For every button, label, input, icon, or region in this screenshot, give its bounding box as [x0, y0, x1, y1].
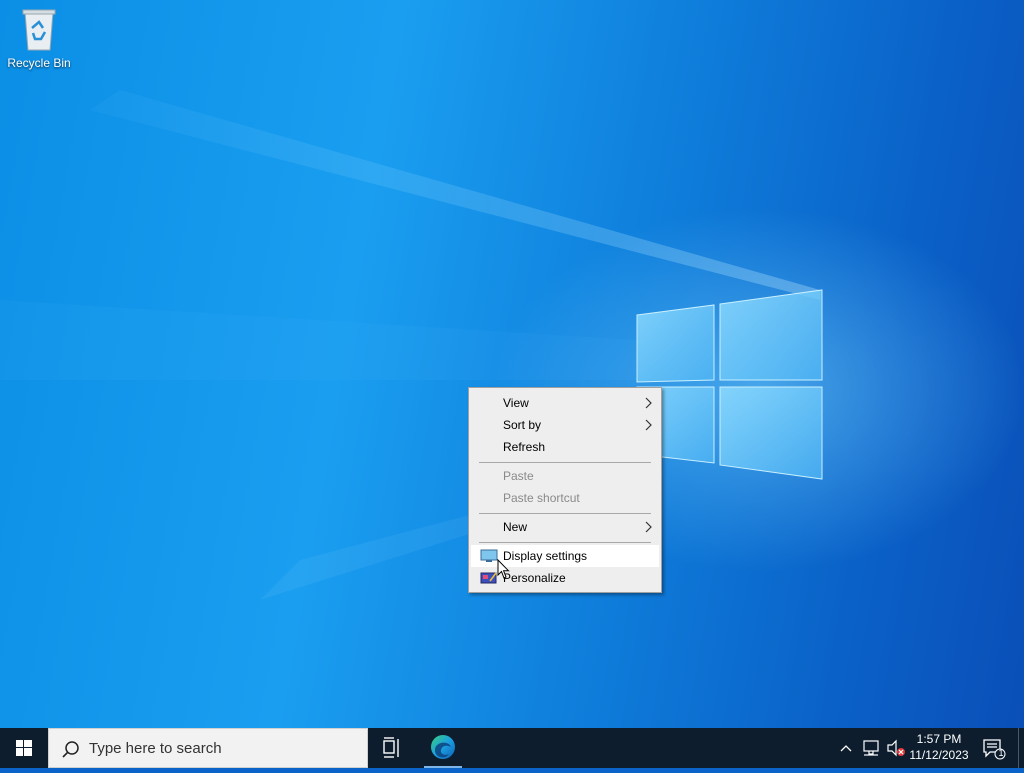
action-center-button[interactable]: 1 [982, 738, 1006, 760]
menu-separator [479, 462, 651, 463]
search-icon [62, 741, 79, 758]
task-view-icon [383, 737, 399, 758]
menu-item-personalize-label: Personalize [503, 571, 566, 585]
show-desktop-button[interactable] [1018, 728, 1019, 768]
taskbar-edge-button[interactable] [422, 728, 464, 768]
menu-separator [479, 513, 651, 514]
search-placeholder: Type here to search [89, 740, 222, 757]
menu-item-paste-shortcut[interactable]: Paste shortcut [471, 487, 659, 509]
desktop[interactable]: Recycle Bin View Sort by Refresh Paste P… [0, 0, 1024, 728]
volume-muted-icon[interactable] [886, 738, 906, 758]
menu-item-view-label: View [503, 396, 529, 410]
menu-item-refresh-label: Refresh [503, 440, 546, 454]
recycle-bin-icon [22, 9, 56, 51]
taskbar: Type here to search 1:57 PM 11/12/2023 1 [0, 728, 1024, 768]
clock-date: 11/12/2023 [909, 748, 969, 762]
start-button[interactable] [0, 728, 48, 768]
menu-item-display-settings-label: Display settings [503, 549, 588, 563]
windows-logo-wallpaper [636, 289, 823, 480]
wallpaper-light-beam [0, 90, 820, 600]
notification-count: 1 [998, 748, 1004, 758]
desktop-icon-recycle-bin[interactable]: Recycle Bin [4, 6, 74, 70]
task-view-button[interactable] [372, 728, 412, 768]
personalize-icon [480, 572, 497, 584]
menu-item-sort-by[interactable]: Sort by [471, 414, 659, 436]
menu-separator [479, 542, 651, 543]
clock-time: 1:57 PM [916, 732, 962, 746]
mouse-pointer-icon [497, 559, 510, 579]
windows-start-icon [16, 740, 32, 756]
edge-icon [431, 735, 455, 759]
chevron-right-icon [645, 397, 652, 409]
menu-item-new-label: New [503, 520, 528, 534]
display-settings-icon [480, 549, 498, 562]
taskbar-search-box[interactable]: Type here to search [48, 728, 368, 768]
menu-item-paste[interactable]: Paste [471, 465, 659, 487]
recycle-bin-label: Recycle Bin [7, 56, 71, 70]
taskbar-clock[interactable]: 1:57 PM 11/12/2023 [906, 731, 972, 763]
menu-item-sort-by-label: Sort by [503, 418, 542, 432]
chevron-up-icon[interactable] [838, 740, 854, 756]
menu-item-refresh[interactable]: Refresh [471, 436, 659, 458]
menu-item-paste-shortcut-label: Paste shortcut [503, 491, 580, 505]
chevron-right-icon [645, 419, 652, 431]
network-icon[interactable] [862, 739, 882, 757]
menu-item-paste-label: Paste [503, 469, 534, 483]
chevron-right-icon [645, 521, 652, 533]
menu-item-new[interactable]: New [471, 516, 659, 538]
menu-item-view[interactable]: View [471, 392, 659, 414]
